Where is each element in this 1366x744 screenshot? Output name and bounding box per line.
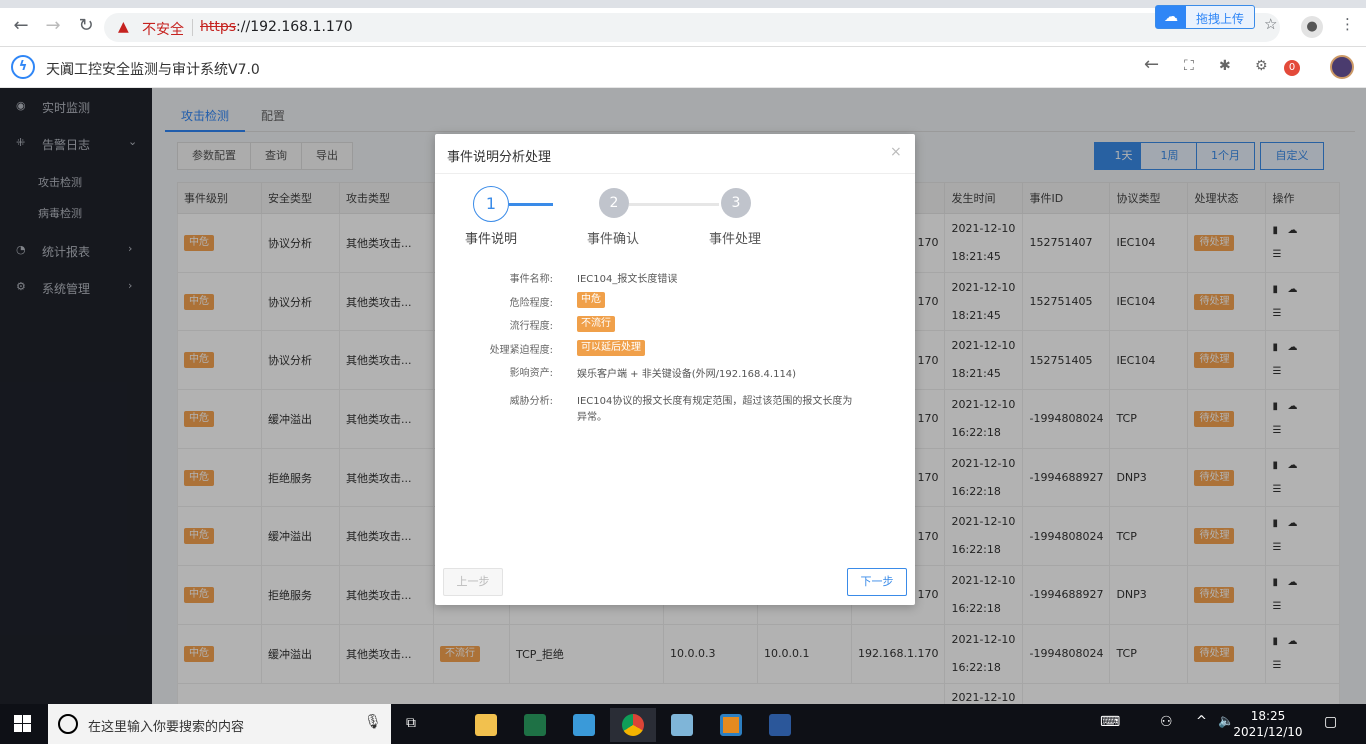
- avatar[interactable]: [1330, 55, 1354, 79]
- insecure-label: 不安全: [142, 22, 184, 38]
- event-name-value: IEC104_报文长度错误: [577, 274, 678, 285]
- chevron-up-icon[interactable]: ^: [1196, 714, 1207, 729]
- upload-widget[interactable]: ☁ 拖拽上传: [1155, 5, 1255, 29]
- microphone-icon[interactable]: 🎙: [364, 714, 382, 730]
- popularity-label: 流行程度:: [509, 321, 553, 332]
- next-step-button[interactable]: 下一步: [847, 568, 907, 596]
- profile-icon[interactable]: ●: [1301, 16, 1323, 38]
- logo-icon: ϟ: [11, 55, 35, 79]
- keyboard-icon[interactable]: ⌨: [1100, 714, 1120, 730]
- plugin-icon[interactable]: ✱: [1219, 58, 1231, 74]
- asset-label: 影响资产:: [509, 368, 553, 379]
- fullscreen-icon[interactable]: ⛶: [1184, 58, 1194, 74]
- dialog-title: 事件说明分析处理: [447, 150, 552, 165]
- search-placeholder: 在这里输入你要搜索的内容: [88, 720, 245, 735]
- urgency-label: 处理紧迫程度:: [489, 345, 553, 356]
- people-icon[interactable]: ⚇: [1160, 714, 1173, 730]
- app-header: ϟ 天阗工控安全监测与审计系统V7.0 ← ⛶ ✱ ⚙ 0: [0, 47, 1366, 88]
- excel-icon[interactable]: [512, 708, 558, 742]
- threat-value-line1: IEC104协议的报文长度有规定范围，超过该范围的报文长度为: [577, 396, 853, 407]
- browser-chrome: ← → ↻ ▲ 不安全 https://192.168.1.170 ☁ 拖拽上传…: [0, 0, 1366, 47]
- threat-label: 威胁分析:: [509, 396, 553, 407]
- file-explorer-icon[interactable]: [463, 708, 509, 742]
- url-text: https://192.168.1.170: [200, 19, 353, 35]
- upload-label: 拖拽上传: [1196, 12, 1245, 26]
- popularity-tag: 不流行: [577, 316, 615, 332]
- cortana-icon: [58, 714, 78, 734]
- system-clock[interactable]: 18:25 2021/12/10: [1228, 708, 1308, 740]
- step-2-circle: 2: [599, 188, 629, 218]
- threat-value-line2: 异常。: [577, 412, 607, 423]
- reload-icon[interactable]: ↻: [75, 15, 97, 37]
- danger-label: 危险程度:: [509, 298, 553, 309]
- forward-icon[interactable]: →: [42, 15, 64, 37]
- star-icon[interactable]: ☆: [1264, 15, 1277, 33]
- step-3-label: 事件处理: [709, 232, 762, 247]
- menu-icon[interactable]: ⋮: [1340, 15, 1355, 33]
- taskbar: 在这里输入你要搜索的内容 🎙 ⧉ ⌨ ⚇ ^ 🔈 18:25 2021/12/1…: [0, 704, 1366, 744]
- cloud-icon: ☁: [1156, 6, 1186, 28]
- step-1-circle: 1: [473, 186, 509, 222]
- address-bar[interactable]: ▲ 不安全 https://192.168.1.170: [104, 13, 1280, 42]
- back-icon[interactable]: ←: [10, 15, 32, 37]
- word-icon[interactable]: [757, 708, 803, 742]
- task-view-icon[interactable]: ⧉: [406, 715, 416, 731]
- windows-start-icon[interactable]: [14, 715, 32, 733]
- event-name-label: 事件名称:: [509, 274, 553, 285]
- step-2-label: 事件确认: [587, 232, 640, 247]
- close-icon[interactable]: ×: [890, 144, 902, 160]
- prev-step-button[interactable]: 上一步: [443, 568, 503, 596]
- danger-tag: 中危: [577, 292, 605, 308]
- divider: [192, 19, 193, 36]
- dialog-header: 事件说明分析处理 ×: [435, 134, 915, 174]
- app-icon[interactable]: [659, 708, 705, 742]
- step-1-label: 事件说明: [465, 232, 518, 247]
- notification-icon[interactable]: ▢: [1324, 714, 1337, 730]
- gear-icon[interactable]: ⚙: [1255, 58, 1268, 74]
- taskbar-search[interactable]: 在这里输入你要搜索的内容 🎙: [48, 704, 391, 744]
- back-arrow-icon[interactable]: ←: [1144, 54, 1159, 75]
- event-analysis-dialog: 事件说明分析处理 × 1 2 3 事件说明 事件确认 事件处理 事件名称: IE…: [435, 134, 915, 605]
- app-icon[interactable]: [561, 708, 607, 742]
- clock-date: 2021/12/10: [1233, 725, 1303, 739]
- chrome-icon[interactable]: [610, 708, 656, 742]
- urgency-tag: 可以延后处理: [577, 340, 645, 356]
- warning-icon: ▲: [118, 19, 129, 35]
- vm-icon[interactable]: [708, 708, 754, 742]
- step-line: [629, 203, 719, 206]
- notification-badge[interactable]: 0: [1284, 60, 1300, 76]
- clock-time: 18:25: [1250, 709, 1286, 723]
- asset-value: 娱乐客户端 + 非关键设备(外网/192.168.4.114): [577, 369, 797, 380]
- app-title: 天阗工控安全监测与审计系统V7.0: [46, 62, 260, 78]
- step-line-active: [509, 203, 553, 206]
- step-3-circle: 3: [721, 188, 751, 218]
